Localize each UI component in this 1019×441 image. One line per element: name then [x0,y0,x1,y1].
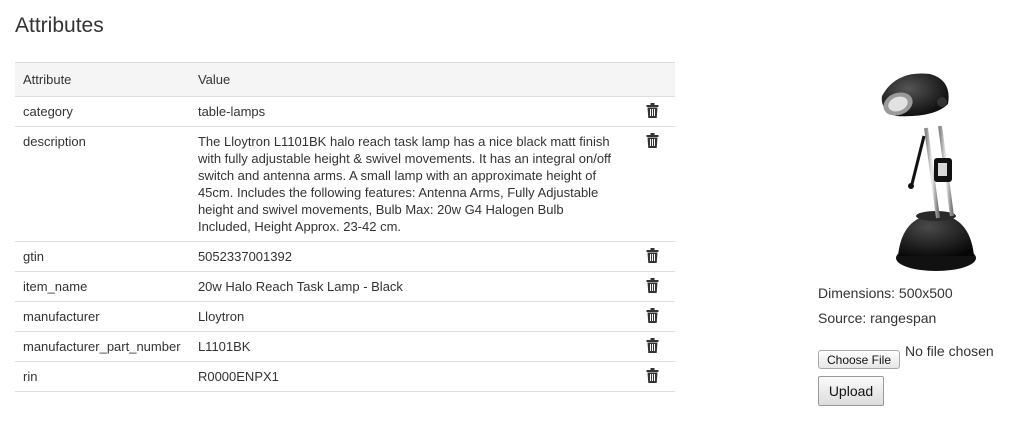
header-attribute: Attribute [15,62,190,97]
attribute-name: rin [15,361,190,392]
desk-lamp-product-image [881,73,976,271]
trash-icon[interactable] [646,308,659,327]
image-source: Source: rangespan [818,310,937,326]
attribute-value: 5052337001392 [189,241,630,272]
attribute-name: gtin [15,241,190,272]
attributes-table: Attribute Value category table-lamps des… [15,62,675,392]
table-row: gtin 5052337001392 [15,241,675,272]
attribute-value: Lloytron [189,301,630,332]
choose-file-button[interactable]: Choose File [818,350,900,369]
attribute-value: L1101BK [189,331,630,362]
attribute-name: item_name [15,271,190,302]
table-row: category table-lamps [15,96,675,127]
trash-icon[interactable] [646,248,659,267]
trash-icon[interactable] [646,368,659,387]
page-title: Attributes [15,14,104,37]
no-file-chosen-text: No file chosen [905,343,994,359]
attribute-value: The Lloytron L1101BK halo reach task lam… [189,126,630,242]
trash-icon[interactable] [646,278,659,297]
header-actions [629,62,675,97]
attribute-value: 20w Halo Reach Task Lamp - Black [189,271,630,302]
table-row: item_name 20w Halo Reach Task Lamp - Bla… [15,271,675,302]
attribute-name: manufacturer_part_number [15,331,190,362]
header-value: Value [189,62,630,97]
table-row: description The Lloytron L1101BK halo re… [15,126,675,242]
attribute-value: R0000ENPX1 [189,361,630,392]
attribute-value: table-lamps [189,96,630,127]
attribute-name: manufacturer [15,301,190,332]
table-row: rin R0000ENPX1 [15,361,675,392]
upload-button[interactable]: Upload [818,376,884,406]
table-row: manufacturer_part_number L1101BK [15,331,675,362]
image-dimensions: Dimensions: 500x500 [818,285,953,301]
table-row: manufacturer Lloytron [15,301,675,332]
trash-icon[interactable] [646,133,659,152]
trash-icon[interactable] [646,338,659,357]
trash-icon[interactable] [646,103,659,122]
table-header-row: Attribute Value [15,62,675,97]
attribute-name: category [15,96,190,127]
attribute-name: description [15,126,190,242]
